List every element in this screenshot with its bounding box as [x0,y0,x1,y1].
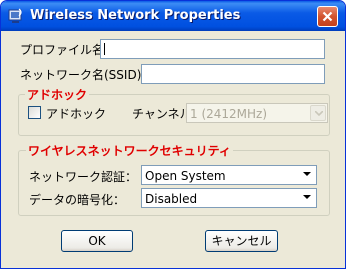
chevron-down-icon [303,195,311,199]
profile-name-input[interactable] [100,39,325,59]
security-group-title: ワイヤレスネットワークセキュリティ [26,142,233,159]
cancel-button[interactable]: キャンセル [205,230,278,252]
text-caret [104,43,105,55]
encryption-dropdown-button[interactable] [299,190,315,206]
network-auth-label: ネットワーク認証： [29,170,138,184]
network-auth-dropdown-button[interactable] [299,167,315,183]
ssid-label: ネットワーク名(SSID)： [20,68,154,82]
adhoc-checkbox-label[interactable]: アドホック [46,105,106,122]
channel-value: 1 (2412MHz) [190,107,268,121]
chevron-down-icon [303,172,311,176]
channel-select[interactable]: 1 (2412MHz) [186,103,328,123]
window-title: Wireless Network Properties [30,8,241,23]
title-bar[interactable]: Wireless Network Properties [1,1,345,31]
ok-button[interactable]: OK [61,230,133,252]
channel-dropdown-button[interactable] [310,105,326,121]
ssid-input[interactable] [141,64,325,84]
network-auth-select[interactable]: Open System [141,165,317,185]
encryption-select[interactable]: Disabled [141,188,317,208]
adhoc-group-title: アドホック [25,86,90,103]
wireless-network-icon [7,7,25,25]
close-button[interactable] [317,6,338,27]
encryption-label: データの暗号化： [29,193,126,207]
network-auth-value: Open System [145,169,226,183]
close-icon [322,11,333,22]
properties-dialog: Wireless Network Properties プロファイル名： ネット… [0,0,346,269]
encryption-value: Disabled [145,192,198,206]
adhoc-checkbox[interactable] [28,106,41,119]
chevron-down-icon [315,111,323,116]
